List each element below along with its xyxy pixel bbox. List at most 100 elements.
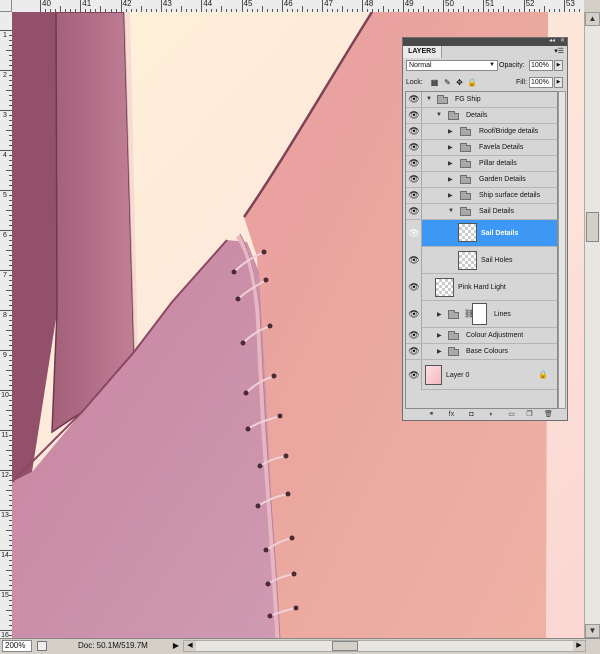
- scroll-down-arrow-icon[interactable]: ▼: [585, 624, 600, 638]
- layer-row[interactable]: 👁 ▼ Sail Details: [406, 204, 557, 220]
- expand-triangle-icon[interactable]: ▼: [426, 96, 432, 102]
- layer-style-icon[interactable]: fx: [447, 410, 456, 420]
- layer-mask-icon[interactable]: ◘: [467, 410, 476, 420]
- fill-field[interactable]: 100%: [529, 77, 553, 88]
- status-preview-icon[interactable]: [37, 641, 47, 651]
- layers-list-scrollbar[interactable]: [558, 91, 566, 409]
- visibility-eye-icon[interactable]: 👁: [407, 156, 421, 171]
- layer-row[interactable]: 👁 ▶ Roof/Bridge details: [406, 124, 557, 140]
- collapse-triangle-icon[interactable]: ▶: [437, 311, 442, 318]
- scroll-right-arrow-icon[interactable]: ▶: [573, 641, 585, 651]
- vertical-scroll-thumb[interactable]: [586, 212, 599, 242]
- folder-icon: [448, 111, 459, 120]
- layer-mask-thumbnail[interactable]: [472, 303, 487, 325]
- tab-layers[interactable]: LAYERS: [403, 46, 442, 58]
- layer-row-selected[interactable]: 👁 Sail Details: [406, 220, 557, 247]
- visibility-eye-icon[interactable]: 👁: [407, 188, 421, 203]
- collapse-triangle-icon[interactable]: ▶: [437, 348, 442, 355]
- layer-row[interactable]: 👁 Pink Hard Light: [406, 274, 557, 301]
- layer-name: Ship surface details: [479, 192, 541, 199]
- ruler-label: 42: [122, 0, 132, 8]
- vertical-scrollbar[interactable]: ▲ ▼: [584, 12, 600, 638]
- ruler-major-tick: [0, 590, 12, 591]
- lock-position-icon[interactable]: ✥: [455, 78, 464, 87]
- collapse-triangle-icon[interactable]: ▶: [448, 128, 453, 135]
- panel-menu-icon[interactable]: ▾☰: [554, 47, 564, 55]
- ruler-label: 50: [445, 0, 454, 8]
- collapse-triangle-icon[interactable]: ▶: [448, 176, 453, 183]
- ruler-major-tick: [241, 0, 243, 12]
- expand-triangle-icon[interactable]: ▼: [448, 208, 454, 214]
- layer-row[interactable]: 👁 ▶ Pillar details: [406, 156, 557, 172]
- lock-transparent-icon[interactable]: ▦: [430, 78, 439, 87]
- layer-row[interactable]: 👁 ▶ Garden Details: [406, 172, 557, 188]
- ruler-label: 2: [3, 72, 7, 79]
- layer-row[interactable]: 👁 Layer 0 🔒: [406, 360, 557, 390]
- collapse-triangle-icon[interactable]: ▶: [437, 332, 442, 339]
- new-layer-icon[interactable]: ❐: [525, 410, 534, 420]
- opacity-slider-arrow-icon[interactable]: ▶: [554, 60, 563, 71]
- ruler-major-tick: [0, 270, 12, 271]
- visibility-eye-icon[interactable]: 👁: [407, 172, 421, 187]
- horizontal-scroll-thumb[interactable]: [332, 641, 358, 651]
- opacity-field[interactable]: 100%: [529, 60, 553, 71]
- layer-row[interactable]: 👁 ▶ Favela Details: [406, 140, 557, 156]
- visibility-eye-icon[interactable]: 👁: [407, 204, 421, 219]
- collapse-panel-icon[interactable]: ◂◂: [549, 37, 555, 44]
- layer-row[interactable]: 👁 ▼ FG Ship: [406, 92, 557, 108]
- layer-name: Sail Holes: [481, 257, 513, 264]
- ruler-label: 4: [3, 152, 7, 159]
- ruler-label: 9: [3, 352, 7, 359]
- ruler-corner[interactable]: [0, 0, 12, 12]
- layer-row[interactable]: 👁 ▶ ⛓ Lines: [406, 301, 557, 328]
- panel-titlebar[interactable]: ◂◂ ✕: [403, 38, 567, 46]
- ruler-label: 53: [565, 0, 575, 8]
- link-layers-icon[interactable]: ⚭: [427, 410, 436, 420]
- document-size-info: Doc: 50.1M/519.7M: [78, 641, 148, 650]
- layer-row[interactable]: 👁 ▼ Details: [406, 108, 557, 124]
- visibility-eye-icon[interactable]: 👁: [407, 140, 421, 155]
- collapse-triangle-icon[interactable]: ▶: [448, 144, 453, 151]
- ruler-label: 12: [1, 472, 9, 479]
- visibility-eye-icon[interactable]: 👁: [407, 220, 421, 247]
- lock-all-icon[interactable]: 🔒: [467, 78, 477, 87]
- new-group-icon[interactable]: ▭: [507, 410, 516, 420]
- collapse-triangle-icon[interactable]: ▶: [448, 192, 453, 199]
- ruler-label: 3: [3, 112, 7, 119]
- layer-row[interactable]: 👁 Sail Holes: [406, 247, 557, 274]
- layer-row[interactable]: 👁 ▶ Ship surface details: [406, 188, 557, 204]
- close-panel-icon[interactable]: ✕: [560, 37, 565, 44]
- blend-mode-select[interactable]: Normal ▼: [406, 60, 498, 71]
- folder-icon: [460, 143, 471, 152]
- visibility-eye-icon[interactable]: 👁: [407, 360, 421, 390]
- ruler-label: 46: [283, 0, 293, 8]
- lock-image-icon[interactable]: ✎: [443, 78, 452, 87]
- visibility-eye-icon[interactable]: 👁: [407, 108, 421, 123]
- visibility-eye-icon[interactable]: 👁: [407, 247, 421, 274]
- expand-triangle-icon[interactable]: ▼: [436, 112, 442, 118]
- ruler-major-tick: [402, 0, 404, 12]
- layer-name: Pink Hard Light: [458, 284, 506, 291]
- scroll-up-arrow-icon[interactable]: ▲: [585, 12, 600, 26]
- visibility-eye-icon[interactable]: 👁: [407, 124, 421, 139]
- visibility-eye-icon[interactable]: 👁: [407, 274, 421, 301]
- adjustment-layer-icon[interactable]: ◐: [487, 410, 496, 420]
- layer-row[interactable]: 👁 ▶ Colour Adjustment: [406, 328, 557, 344]
- status-menu-arrow-icon[interactable]: ▶: [171, 640, 181, 652]
- ruler-major-tick: [80, 0, 82, 12]
- layer-row[interactable]: 👁 ▶ Base Colours: [406, 344, 557, 360]
- collapse-triangle-icon[interactable]: ▶: [448, 160, 453, 167]
- fill-slider-arrow-icon[interactable]: ▶: [554, 77, 563, 88]
- zoom-level-field[interactable]: 200%: [2, 640, 32, 652]
- visibility-eye-icon[interactable]: 👁: [407, 92, 421, 107]
- ruler-major-tick: [201, 0, 203, 12]
- horizontal-scrollbar[interactable]: ◀ ▶: [183, 640, 586, 652]
- layer-thumbnail: [435, 278, 454, 297]
- delete-layer-icon[interactable]: 🗑: [544, 410, 553, 420]
- visibility-eye-icon[interactable]: 👁: [407, 328, 421, 343]
- visibility-eye-icon[interactable]: 👁: [407, 344, 421, 359]
- ruler-major-tick: [160, 0, 162, 12]
- scroll-left-arrow-icon[interactable]: ◀: [184, 641, 196, 651]
- visibility-eye-icon[interactable]: 👁: [407, 301, 421, 328]
- ruler-major-tick: [281, 0, 283, 12]
